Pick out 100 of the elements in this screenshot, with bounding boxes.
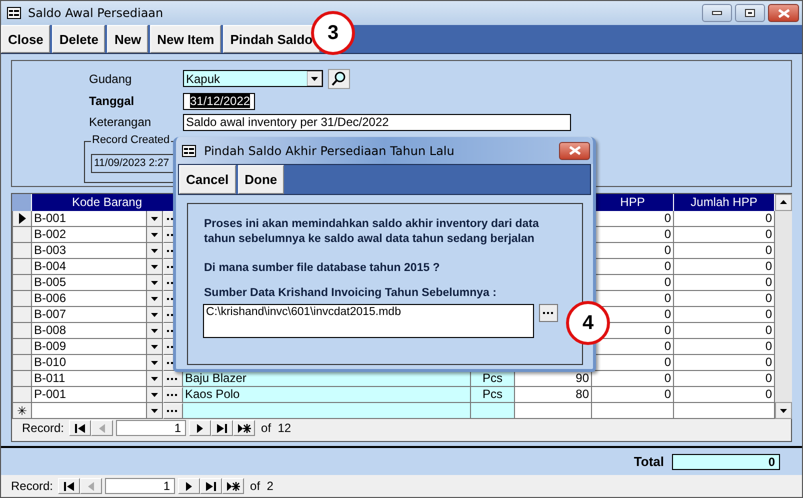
- next-record-button[interactable]: [189, 420, 212, 436]
- toolbar-button[interactable]: Cancel: [179, 165, 236, 194]
- field-label: Sumber Data Krishand Invoicing Tahun Sebelumnya :: [204, 286, 498, 301]
- record-number-field[interactable]: 1: [105, 478, 176, 494]
- more-button[interactable]: [163, 403, 183, 420]
- dropdown-button[interactable]: [147, 259, 163, 276]
- toolbar-button[interactable]: Close: [1, 25, 50, 53]
- table-cell: B-005: [32, 275, 147, 292]
- maximize-button[interactable]: [735, 4, 765, 22]
- table-cell: B-010: [32, 355, 147, 372]
- table-cell: B-009: [32, 339, 147, 356]
- table-cell: 0: [674, 355, 775, 372]
- dropdown-icon: [151, 408, 158, 413]
- gudang-dropdown[interactable]: Kapuk: [183, 70, 323, 88]
- table-cell: 0: [674, 387, 775, 404]
- table-cell: 0: [674, 339, 775, 356]
- current-record-icon: [18, 213, 26, 224]
- more-icon: [167, 377, 179, 382]
- new-record-icon: [226, 480, 241, 493]
- record-number-field[interactable]: 1: [116, 420, 186, 436]
- dropdown-icon: [307, 71, 322, 86]
- dropdown-icon: [151, 296, 158, 301]
- dropdown-icon: [151, 392, 158, 397]
- dropdown-button[interactable]: [147, 307, 163, 324]
- next-record-button[interactable]: [178, 478, 200, 494]
- dropdown-button[interactable]: [147, 275, 163, 292]
- close-icon: [778, 8, 790, 18]
- table-cell: 0: [674, 243, 775, 260]
- dropdown-button[interactable]: [147, 339, 163, 356]
- dropdown-button[interactable]: [147, 403, 163, 420]
- toolbar-button[interactable]: Pindah Saldo: [223, 25, 320, 53]
- dropdown-icon: [151, 232, 158, 237]
- new-record-button[interactable]: [222, 478, 244, 494]
- description-field[interactable]: Saldo awal inventory per 31/Dec/2022: [183, 114, 571, 131]
- last-record-icon: [214, 422, 230, 435]
- search-icon: [331, 70, 347, 87]
- last-record-button[interactable]: [200, 478, 222, 494]
- more-button[interactable]: [163, 371, 183, 388]
- first-record-icon: [73, 422, 88, 435]
- more-button[interactable]: [163, 387, 183, 404]
- table-cell: 80: [515, 387, 592, 404]
- first-record-button[interactable]: [69, 420, 92, 436]
- more-icon: [167, 409, 179, 414]
- table-cell: B-007: [32, 307, 147, 324]
- search-button[interactable]: [328, 68, 350, 89]
- table-cell: P-001: [32, 387, 147, 404]
- dropdown-button[interactable]: [147, 387, 163, 404]
- toolbar-button[interactable]: New: [107, 25, 148, 53]
- dropdown-button[interactable]: [147, 227, 163, 244]
- table-cell: Kaos Polo: [183, 387, 471, 404]
- toolbar-button[interactable]: Done: [238, 165, 284, 194]
- dropdown-icon: [151, 312, 158, 317]
- dropdown-button[interactable]: [147, 211, 163, 228]
- minimize-icon: [712, 11, 722, 16]
- date-field[interactable]: 31/12/2022: [183, 92, 255, 110]
- table-cell: B-004: [32, 259, 147, 276]
- dropdown-button[interactable]: [147, 371, 163, 388]
- dialog-title: Pindah Saldo Akhir Persediaan Tahun Lalu: [204, 144, 454, 158]
- table-cell: 0: [674, 275, 775, 292]
- close-button[interactable]: [559, 142, 590, 160]
- table-cell: 0: [674, 291, 775, 308]
- table-cell: Baju Blazer: [183, 371, 471, 388]
- header-corner: [12, 194, 32, 212]
- table-cell: Pcs: [471, 371, 515, 388]
- table-cell: Pcs: [471, 387, 515, 404]
- new-record-button[interactable]: [233, 420, 256, 436]
- record-count: of 12: [261, 421, 292, 436]
- window-title: Saldo Awal Persediaan: [28, 6, 164, 20]
- scrollbar[interactable]: [775, 194, 792, 420]
- dropdown-button[interactable]: [147, 243, 163, 260]
- table-cell: B-008: [32, 323, 147, 340]
- table-cell: 90: [515, 371, 592, 388]
- column-header: Jumlah HPP: [674, 194, 775, 212]
- first-record-button[interactable]: [58, 478, 80, 494]
- total-label: Total: [634, 454, 664, 470]
- row-selector[interactable]: ✳: [12, 403, 32, 420]
- more-icon: [167, 393, 179, 398]
- close-button[interactable]: [768, 4, 799, 22]
- dropdown-button[interactable]: [147, 323, 163, 340]
- last-record-button[interactable]: [211, 420, 234, 436]
- minimize-button[interactable]: [702, 4, 732, 22]
- row-selector[interactable]: [12, 211, 32, 228]
- table-cell: 0: [592, 387, 674, 404]
- dropdown-icon: [151, 328, 158, 333]
- dropdown-button[interactable]: [147, 355, 163, 372]
- toolbar-button[interactable]: New Item: [150, 25, 222, 53]
- file-path-field[interactable]: C:\krishand\invc\601\invcdat2015.mdb: [203, 304, 534, 338]
- browse-button[interactable]: [539, 304, 558, 322]
- table-cell: 0: [674, 227, 775, 244]
- last-record-icon: [204, 480, 219, 493]
- table-cell: B-006: [32, 291, 147, 308]
- table-cell: 0: [592, 371, 674, 388]
- dropdown-icon: [151, 360, 158, 365]
- dropdown-button[interactable]: [147, 291, 163, 308]
- table-cell: 0: [674, 259, 775, 276]
- dropdown-icon: [151, 264, 158, 269]
- dialog-question: Di mana sumber file database tahun 2015 ?: [204, 261, 441, 276]
- field-label: Keterangan: [89, 115, 152, 130]
- toolbar-button[interactable]: Delete: [52, 25, 106, 53]
- field-label: Tanggal: [89, 94, 136, 108]
